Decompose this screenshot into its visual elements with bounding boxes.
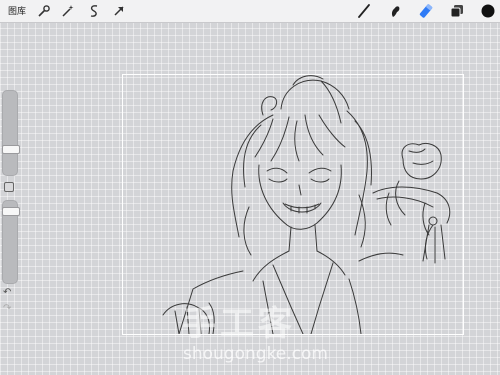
brush-icon[interactable] [356,3,372,19]
watermark-logo-text: 手工客 [182,304,296,344]
brush-size-thumb[interactable] [2,145,20,154]
opacity-thumb[interactable] [2,207,20,216]
undo-button[interactable]: ↶ [3,287,11,298]
transform-arrow-icon[interactable] [111,3,127,19]
gallery-button[interactable]: 图库 [8,4,26,17]
wrench-icon[interactable] [36,3,52,19]
modify-button[interactable] [4,182,14,192]
smudge-icon[interactable] [387,3,403,19]
brush-size-slider[interactable] [2,90,20,176]
layers-icon[interactable] [449,3,465,19]
magic-wand-icon[interactable] [60,3,76,19]
color-swatch-icon[interactable] [480,3,496,19]
eraser-icon[interactable] [418,3,434,19]
opacity-slider[interactable] [2,200,20,284]
redo-button[interactable]: ↷ [3,303,11,314]
watermark-site-text: shougongke.com [183,344,328,364]
side-panel: ↶ ↷ [2,90,20,318]
top-toolbar: 图库 [0,0,500,23]
selection-icon[interactable] [86,3,102,19]
